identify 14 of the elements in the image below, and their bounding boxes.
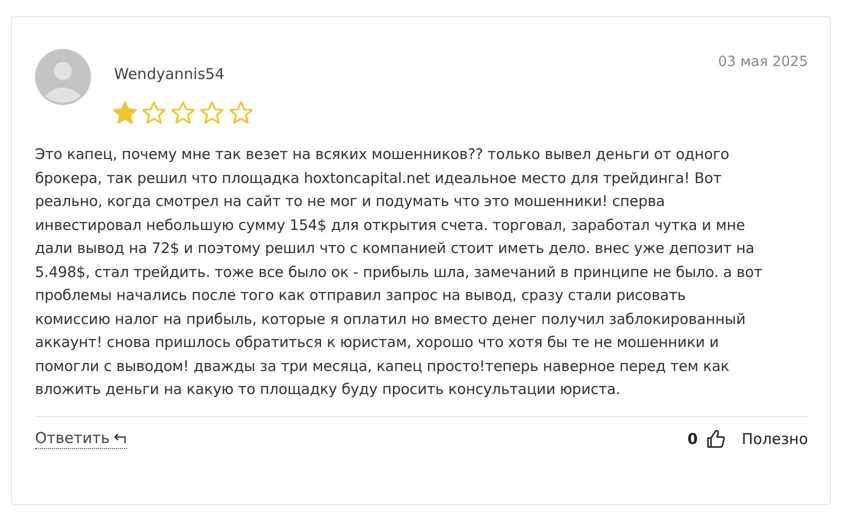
star-icon [141,100,167,126]
thumbs-up-icon[interactable] [706,428,726,448]
like-count: 0 [687,430,698,448]
star-icon [112,100,138,126]
star-icon [199,100,225,126]
star-icon [170,100,196,126]
star-icon [228,100,254,126]
review-text: Это капец, почему мне так везет на всяких мошенников?? только вывел деньги от одного брокера, так решил что площадка hoxtoncapital.net идеальное место для трейдинга! Вот реально, когда смотрел на сайт то не мог и подумать что это мошенники! сперва инвестировал небольшую сумму 154$ для открытия счета. торговал, заработал чутка и мне дали вывод на 72$ и поэтому решил что с компанией стоит иметь дело. внес уже депозит на 5.498$, стал трейдить. тоже все было ок - прибыль шла, замечаний в принципе не было. а вот проблемы начались после того как отправил запрос на вывод, сразу стали рисовать комиссию налог на прибыль, которые я оплатил но вместо денег получил заблокированный аккаунт! снова пришлось обратиться к юристам, хорошо что хотя бы те не мошенники и помогли с выводом! дважды за три месяца, капец просто!теперь наверное перед тем как вложить деньги на какую то площадку буду просить консультации юриста. [35,145,764,400]
review-date: 03 мая 2025 [718,54,808,70]
reply-link[interactable]: Ответить [35,428,127,448]
reply-arrow-icon [112,432,127,444]
helpful-label[interactable]: Полезно [742,430,808,448]
author-name: Wendyannis54 [114,65,226,83]
avatar-icon [35,49,91,105]
